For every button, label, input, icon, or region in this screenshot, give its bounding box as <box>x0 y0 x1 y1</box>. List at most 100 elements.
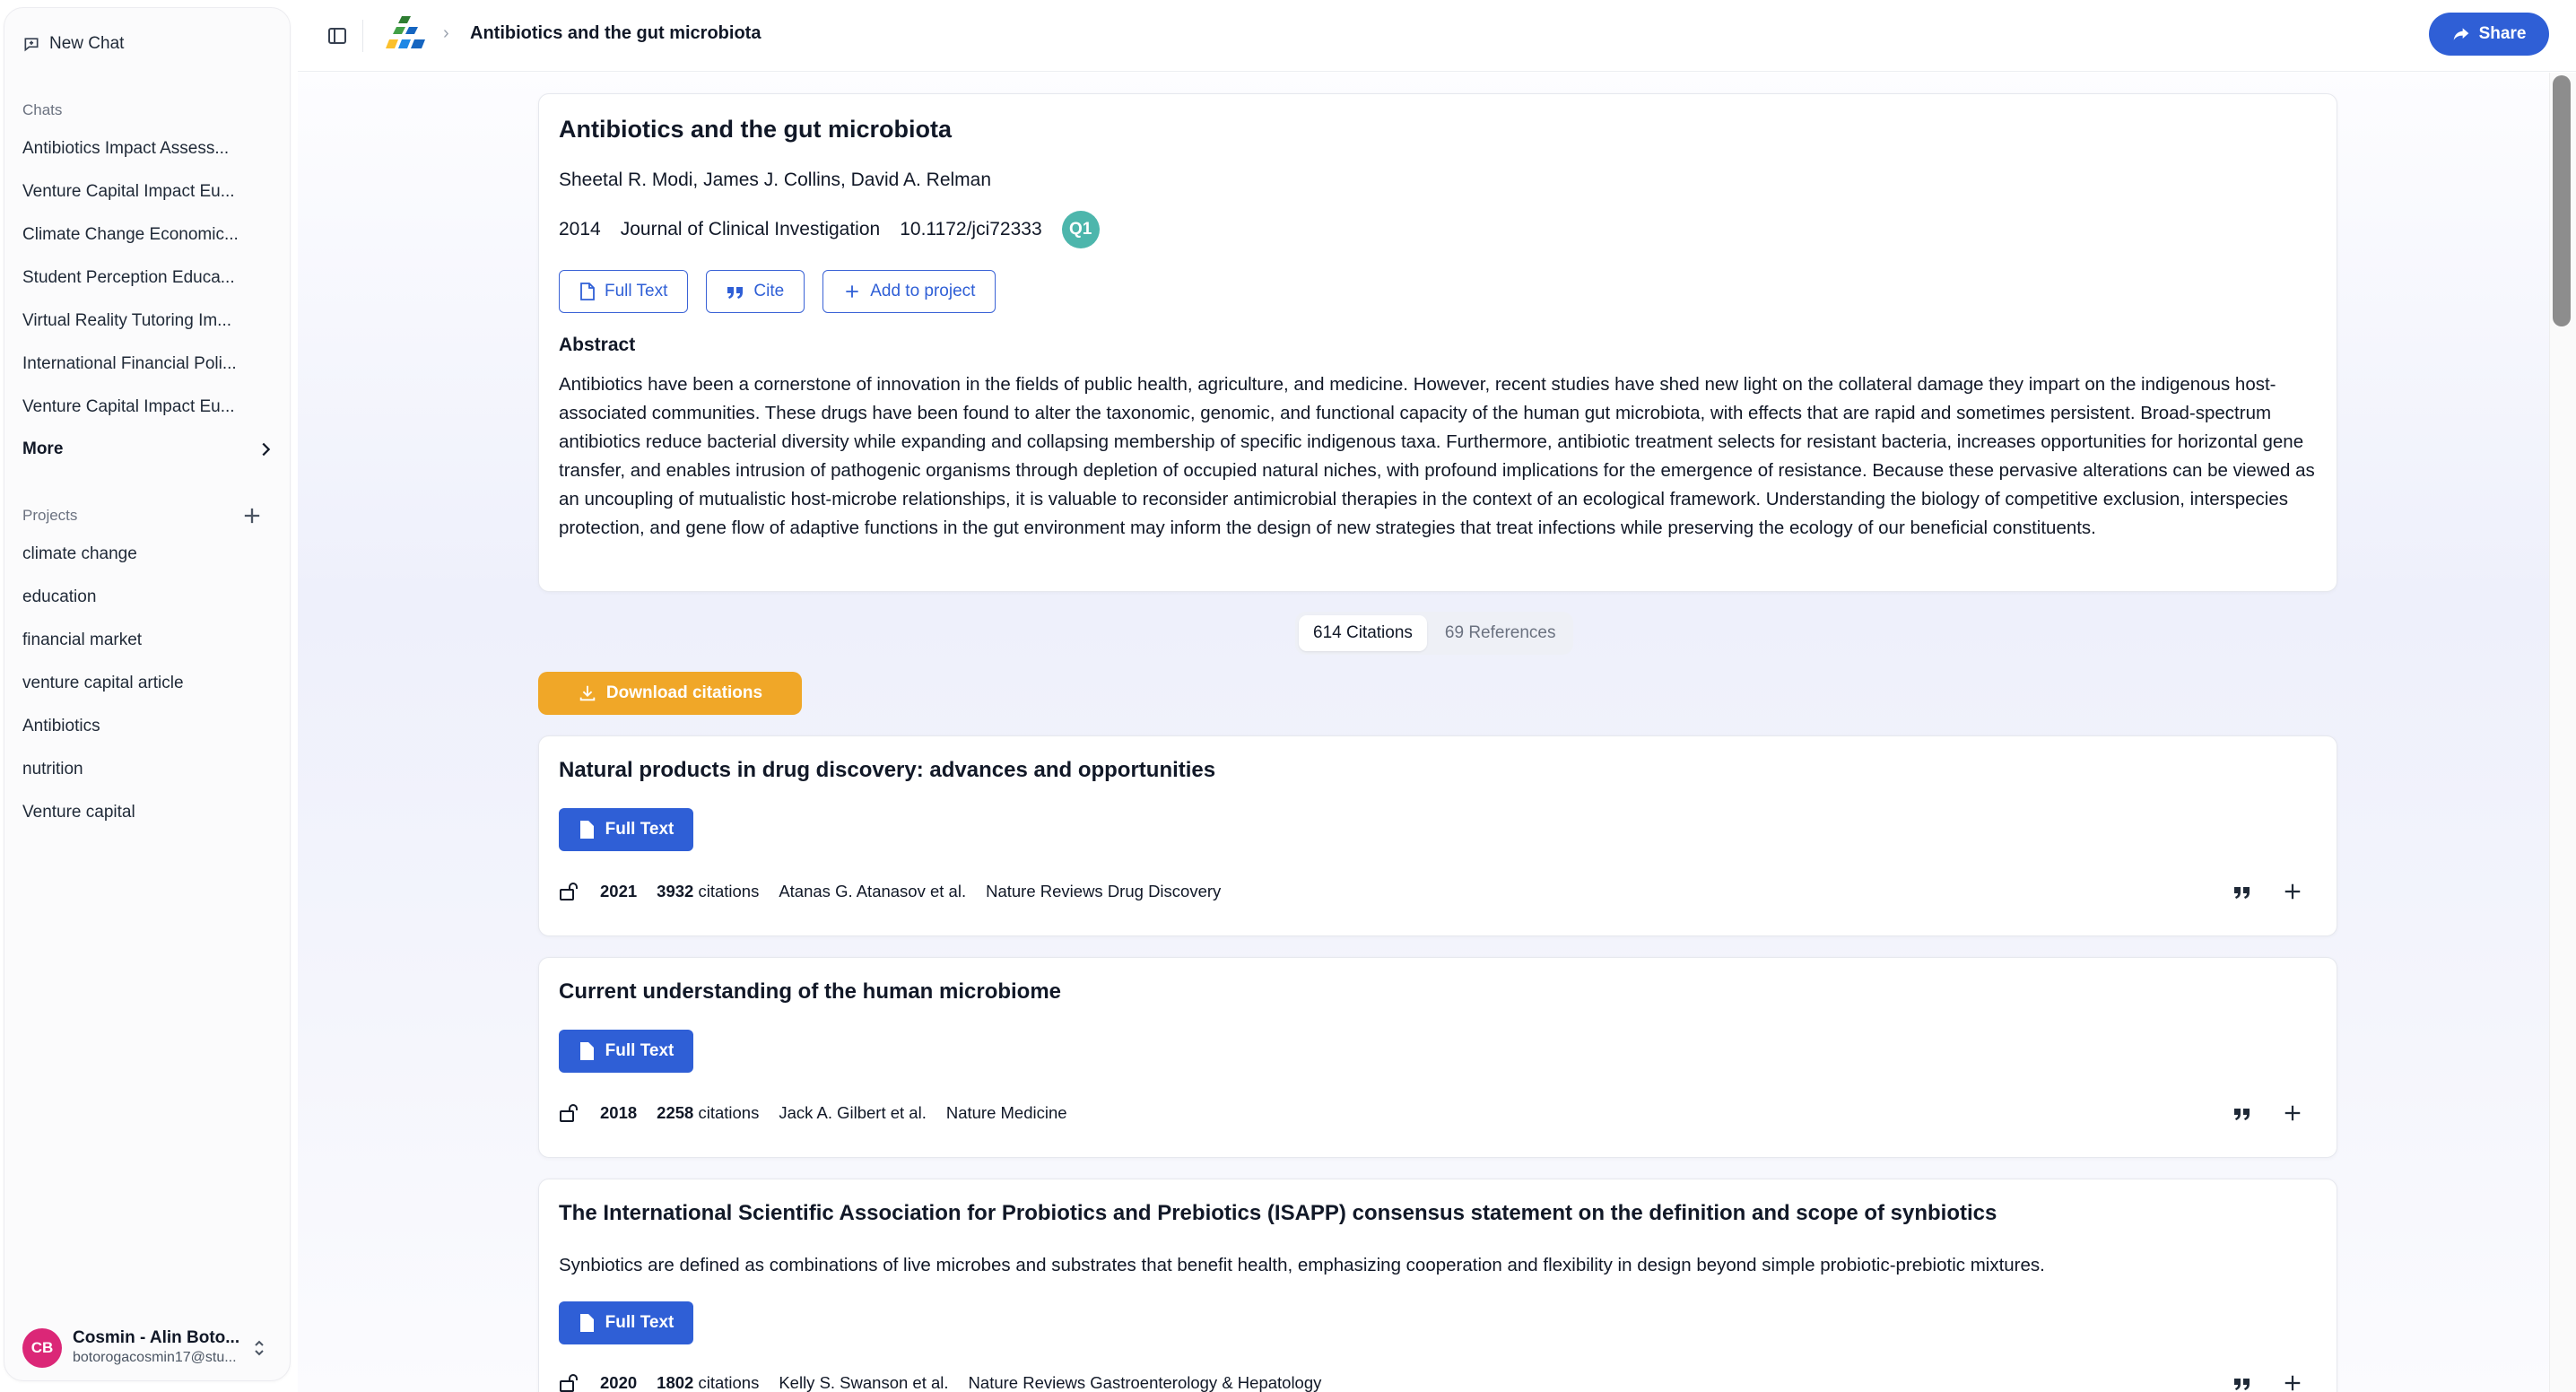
tab-references[interactable]: 69 References <box>1431 615 1571 651</box>
scrollbar-thumb[interactable] <box>2553 75 2571 326</box>
project-item[interactable]: Venture capital <box>22 803 247 822</box>
full-text-label: Full Text <box>605 1041 674 1060</box>
project-item[interactable]: Antibiotics <box>22 717 247 736</box>
top-bar: › Antibiotics and the gut microbiota Sha… <box>298 0 2576 72</box>
result-authors: Kelly S. Swanson et al. <box>779 1373 949 1392</box>
result-authors: Atanas G. Atanasov et al. <box>779 882 967 900</box>
result-year: 2018 <box>600 1103 638 1122</box>
download-citations-button[interactable]: Download citations <box>538 672 802 715</box>
result-actions <box>2232 882 2302 901</box>
app-logo[interactable] <box>384 13 427 54</box>
new-chat-label: New Chat <box>49 34 125 53</box>
cite-button[interactable]: Cite <box>706 270 805 313</box>
user-info: Cosmin - Alin Boto... botorogacosmin17@s… <box>73 1328 241 1368</box>
plus-icon <box>2284 1375 2301 1391</box>
add-to-project-label: Add to project <box>870 282 976 300</box>
result-citations: 3932 citations <box>657 882 759 901</box>
paper-meta: 2014 Journal of Clinical Investigation 1… <box>559 211 1100 248</box>
sidebar-toggle-icon <box>328 28 346 44</box>
download-citations-label: Download citations <box>605 683 763 702</box>
result-card: Current understanding of the human micro… <box>538 957 2337 1158</box>
document-icon <box>580 283 595 300</box>
citations-word: citations <box>698 882 760 900</box>
header-divider <box>362 20 363 52</box>
result-actions <box>2232 1373 2302 1392</box>
citations-word: citations <box>698 1373 760 1392</box>
unlock-icon <box>560 1104 578 1122</box>
user-menu[interactable]: CB Cosmin - Alin Boto... botorogacosmin1… <box>22 1323 275 1373</box>
new-chat-button[interactable]: New Chat <box>22 30 124 58</box>
chevron-right-icon <box>262 442 271 457</box>
download-icon <box>579 685 596 701</box>
quote-icon <box>2234 1109 2250 1120</box>
result-journal: Nature Reviews Drug Discovery <box>986 882 1222 900</box>
paper-doi[interactable]: 10.1172/jci72333 <box>900 219 1041 240</box>
result-title[interactable]: Current understanding of the human micro… <box>559 979 1061 1005</box>
document-icon <box>579 1042 594 1060</box>
share-button[interactable]: Share <box>2429 13 2549 56</box>
paper-authors: Sheetal R. Modi, James J. Collins, David… <box>559 170 992 190</box>
result-citations: 2258 citations <box>657 1103 759 1123</box>
unlock-icon <box>560 883 578 900</box>
quartile-badge: Q1 <box>1061 211 1100 248</box>
chat-item[interactable]: Antibiotics Impact Assess... <box>22 139 247 159</box>
chat-item[interactable]: International Financial Poli... <box>22 354 247 374</box>
more-label: More <box>22 439 64 458</box>
plus-icon <box>846 285 858 298</box>
add-to-project-button[interactable] <box>2283 882 2302 901</box>
add-to-project-button[interactable]: Add to project <box>822 270 996 313</box>
sidebar-toggle-button[interactable] <box>321 20 353 52</box>
result-title[interactable]: The International Scientific Association… <box>559 1201 1997 1226</box>
avatar: CB <box>22 1328 62 1368</box>
cite-label: Cite <box>753 282 785 300</box>
sidebar: New Chat Chats Antibiotics Impact Assess… <box>4 7 291 1381</box>
result-full-text-button[interactable]: Full Text <box>559 808 693 851</box>
paper-title: Antibiotics and the gut microbiota <box>559 116 952 143</box>
cite-button[interactable] <box>2232 1103 2252 1123</box>
more-chats-button[interactable]: More <box>22 437 275 462</box>
result-meta: 2021 3932 citations Atanas G. Atanasov e… <box>559 882 1221 901</box>
citation-count: 1802 <box>657 1373 694 1392</box>
chat-item[interactable]: Venture Capital Impact Eu... <box>22 182 247 202</box>
project-item[interactable]: education <box>22 587 247 607</box>
result-citations: 1802 citations <box>657 1373 759 1392</box>
full-text-label: Full Text <box>605 820 674 839</box>
project-item[interactable]: financial market <box>22 631 247 650</box>
quote-icon <box>2234 887 2250 899</box>
share-label: Share <box>2478 24 2527 43</box>
citation-count: 2258 <box>657 1103 694 1122</box>
project-item[interactable]: nutrition <box>22 760 247 779</box>
project-item[interactable]: climate change <box>22 544 247 564</box>
abstract-text: Antibiotics have been a cornerstone of i… <box>559 374 2315 538</box>
result-meta: 2018 2258 citations Jack A. Gilbert et a… <box>559 1103 1067 1123</box>
document-icon <box>579 1314 594 1332</box>
result-full-text-button[interactable]: Full Text <box>559 1030 693 1073</box>
user-name: Cosmin - Alin Boto... <box>73 1328 240 1347</box>
result-authors: Jack A. Gilbert et al. <box>779 1103 927 1122</box>
paper-journal: Journal of Clinical Investigation <box>620 219 881 239</box>
add-project-button[interactable] <box>239 503 265 528</box>
result-journal: Nature Medicine <box>945 1103 1067 1122</box>
breadcrumb-separator: › <box>443 23 449 43</box>
chat-item[interactable]: Venture Capital Impact Eu... <box>22 397 247 417</box>
result-year: 2020 <box>600 1373 638 1392</box>
unlock-icon <box>560 1374 578 1392</box>
cite-button[interactable] <box>2232 1373 2252 1392</box>
chat-item[interactable]: Student Perception Educa... <box>22 268 247 288</box>
chat-item[interactable]: Climate Change Economic... <box>22 225 247 245</box>
cite-button[interactable] <box>2232 882 2252 901</box>
result-full-text-button[interactable]: Full Text <box>559 1301 693 1344</box>
result-meta: 2020 1802 citations Kelly S. Swanson et … <box>559 1373 1321 1392</box>
add-to-project-button[interactable] <box>2283 1103 2302 1123</box>
tab-citations[interactable]: 614 Citations <box>1299 615 1427 651</box>
full-text-button[interactable]: Full Text <box>559 270 689 313</box>
document-icon <box>579 821 594 839</box>
result-title[interactable]: Natural products in drug discovery: adva… <box>559 758 1215 783</box>
chevron-updown-icon <box>255 1340 264 1356</box>
add-to-project-button[interactable] <box>2283 1373 2302 1392</box>
plus-icon <box>244 508 260 524</box>
chat-item[interactable]: Virtual Reality Tutoring Im... <box>22 311 247 331</box>
result-card: Natural products in drug discovery: adva… <box>538 735 2337 936</box>
project-item[interactable]: venture capital article <box>22 674 247 693</box>
breadcrumb-title: Antibiotics and the gut microbiota <box>470 23 761 43</box>
